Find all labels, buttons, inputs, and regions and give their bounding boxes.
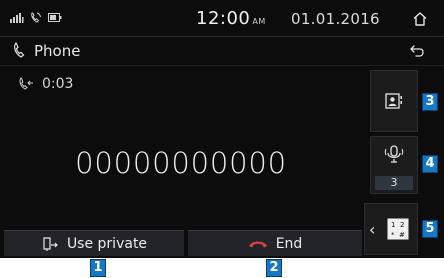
call-status: 0:03 [18,76,73,92]
microphone-mute-icon [384,145,404,163]
svg-text:1: 1 [391,221,395,229]
call-screen: 12:00 AM 01.01.2016 Phone 0:03 000000000… [0,0,444,258]
end-call-icon [248,241,267,247]
microphone-level: 3 [375,176,413,190]
clock-time: 12:00 [196,8,251,29]
signal-strength-icon [10,12,24,23]
phone-connected-icon [30,12,42,23]
microphone-volume-button[interactable]: 3 [370,136,418,194]
back-icon [410,45,424,57]
phone-handset-icon [12,41,28,63]
call-duration: 0:03 [42,76,74,92]
end-call-button[interactable]: End [188,230,362,256]
divider [0,65,444,66]
use-private-button[interactable]: Use private [4,230,184,256]
contacts-icon [385,93,402,109]
svg-text:*: * [391,231,395,239]
contacts-button[interactable] [370,70,418,132]
callout-2: 2 [266,259,282,277]
callout-3: 3 [422,93,438,111]
clock: 12:00 AM [196,8,266,29]
use-private-label: Use private [66,235,148,252]
date: 01.01.2016 [291,10,380,28]
callout-5: 5 [422,220,438,238]
keypad-icon: 1 2 * # [387,218,409,240]
keypad-button[interactable]: ‹ 1 2 * # [364,203,418,255]
svg-text:#: # [399,231,405,239]
status-icons [10,12,62,23]
home-icon [413,12,427,26]
page-title: Phone [34,42,81,60]
title-bar: Phone [0,36,444,65]
outgoing-call-icon [19,77,33,90]
home-button[interactable] [403,5,437,33]
status-bar: 12:00 AM 01.01.2016 [0,0,444,36]
chevron-left-icon: ‹ [369,219,376,239]
phone-number: 00000000000 [75,146,287,180]
use-private-icon [43,236,58,251]
clock-ampm: AM [252,17,266,26]
back-button[interactable] [401,39,433,63]
end-call-label: End [275,235,303,252]
svg-text:2: 2 [400,221,404,229]
callout-4: 4 [422,155,438,173]
callout-1: 1 [90,259,106,277]
battery-icon [48,13,62,22]
